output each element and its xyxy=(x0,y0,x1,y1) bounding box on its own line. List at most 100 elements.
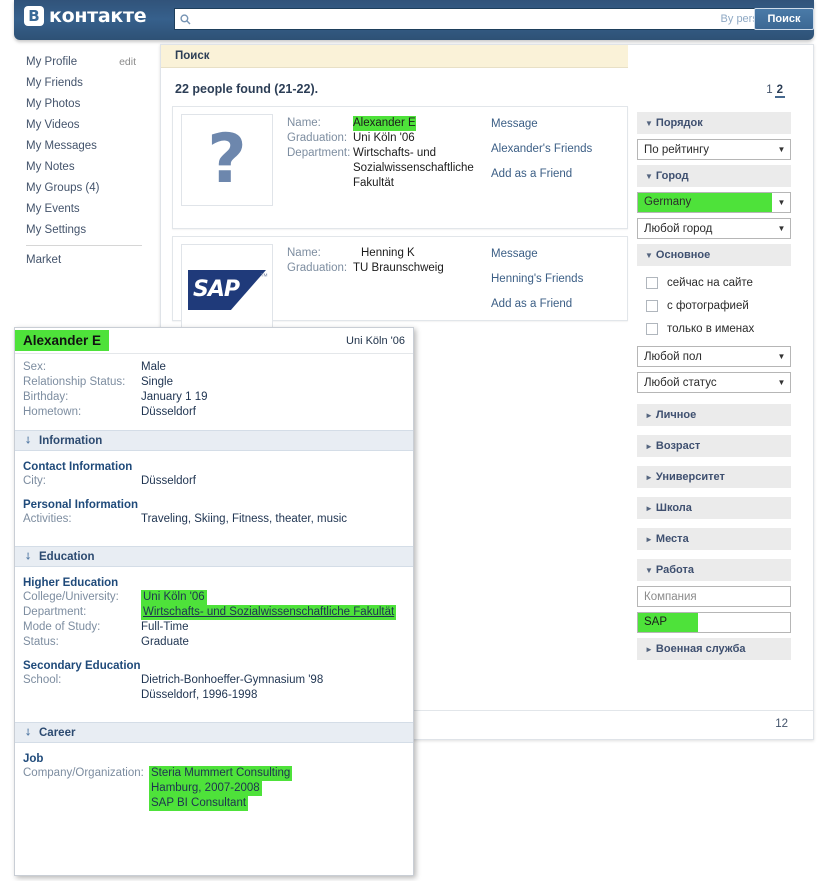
filter-section-places[interactable]: ► Места xyxy=(637,528,791,550)
checkbox-icon[interactable] xyxy=(646,276,658,289)
field-label: Graduation: xyxy=(287,132,348,144)
message-link[interactable]: Message xyxy=(491,247,619,262)
checkbox-with-photo[interactable]: с фотографией xyxy=(637,294,791,317)
sidebar-item-label: My Videos xyxy=(26,119,80,131)
sidebar-item-my-groups[interactable]: My Groups (4) xyxy=(14,178,154,199)
profile-edit-link[interactable]: edit xyxy=(119,52,136,73)
section-header-information[interactable]: ➘ Information xyxy=(15,430,413,451)
checkbox-icon[interactable] xyxy=(646,299,658,312)
filter-section-school[interactable]: ► Школа xyxy=(637,497,791,519)
add-friend-link[interactable]: Add as a Friend xyxy=(491,167,619,182)
sidebar-item-my-settings[interactable]: My Settings xyxy=(14,220,154,241)
profile-row-company: Company/Organization: Steria Mummert Con… xyxy=(15,766,413,781)
filter-section-label: Университет xyxy=(655,471,725,483)
checkbox-names-only[interactable]: только в именах xyxy=(637,317,791,340)
city-select[interactable]: Любой город ▼ xyxy=(637,218,791,239)
friends-link[interactable]: Alexander's Friends xyxy=(491,142,619,157)
row-value: Full-Time xyxy=(141,621,189,633)
checkbox-icon[interactable] xyxy=(646,322,658,335)
sidebar-item-my-messages[interactable]: My Messages xyxy=(14,136,154,157)
field-value[interactable]: Alexander E xyxy=(353,116,416,131)
sidebar-item-my-videos[interactable]: My Videos xyxy=(14,115,154,136)
filter-section-university[interactable]: ► Университет xyxy=(637,466,791,488)
profile-row-hometown: Hometown: Düsseldorf xyxy=(15,405,413,420)
row-label: Sex: xyxy=(23,361,47,373)
tab-search[interactable]: Поиск xyxy=(161,50,210,62)
page-link-2[interactable]: 2 xyxy=(782,718,788,730)
status-select[interactable]: Любой статус ▼ xyxy=(637,372,791,393)
result-fields: Name: Alexander E Graduation: Uni Köln '… xyxy=(273,114,487,206)
pagination-bottom: 12 xyxy=(628,718,788,730)
subheading-contact-information: Contact Information xyxy=(23,461,133,473)
search-result-row[interactable]: SAP ™ Name: Henning K Graduation: TU Bra… xyxy=(172,236,628,336)
friends-link[interactable]: Henning's Friends xyxy=(491,272,619,287)
order-select[interactable]: По рейтингу ▼ xyxy=(637,139,791,160)
avatar[interactable]: SAP ™ xyxy=(181,244,273,336)
section-header-career[interactable]: ➘ Career xyxy=(15,722,413,743)
sidebar-item-market[interactable]: Market xyxy=(14,250,154,271)
sidebar-item-label: My Messages xyxy=(26,140,97,152)
profile-header: Alexander E Uni Köln '06 xyxy=(15,328,413,354)
filter-section-label: Военная служба xyxy=(655,643,746,655)
add-friend-link[interactable]: Add as a Friend xyxy=(491,297,619,312)
field-value[interactable]: Henning K xyxy=(353,246,415,261)
row-value: Dietrich-Bonhoeffer-Gymnasium '98 xyxy=(141,674,324,686)
chevron-down-icon: ▼ xyxy=(772,198,790,207)
search-button[interactable]: Поиск xyxy=(754,8,814,30)
row-value[interactable]: Uni Köln '06 xyxy=(141,590,207,605)
pagination-top: 12 xyxy=(764,84,785,98)
chevron-down-icon: ▼ xyxy=(772,352,790,361)
collapse-arrow-icon: ➘ xyxy=(20,433,35,448)
search-result-row[interactable]: ? Name: Alexander E Graduation: Uni Köln… xyxy=(172,106,628,229)
filter-section-label: Город xyxy=(655,170,689,182)
profile-row-city: City: Düsseldorf xyxy=(15,474,413,489)
profile-row-birthday: Birthday: January 1 19 xyxy=(15,390,413,405)
filter-section-order[interactable]: ▼ Порядок xyxy=(637,112,791,134)
avatar[interactable]: ? xyxy=(181,114,273,206)
position-field[interactable]: SAP xyxy=(637,612,791,633)
sex-select[interactable]: Любой пол ▼ xyxy=(637,346,791,367)
sap-logo-text: SAP xyxy=(193,277,240,302)
message-link[interactable]: Message xyxy=(491,117,619,132)
sidebar-item-my-profile[interactable]: My Profile edit xyxy=(14,52,154,73)
city-select-value: Любой город xyxy=(644,222,713,235)
search-input[interactable] xyxy=(195,10,721,28)
checkbox-online-now[interactable]: сейчас на сайте xyxy=(637,271,791,294)
sidebar-item-my-notes[interactable]: My Notes xyxy=(14,157,154,178)
field-department: Department: Wirtschafts- und Sozialwisse… xyxy=(287,146,487,191)
vk-logo-text: контакте xyxy=(49,5,147,27)
filter-section-age[interactable]: ► Возраст xyxy=(637,435,791,457)
filter-sidebar: ▼ Порядок По рейтингу ▼ ▼ Город Germany ▼ … xyxy=(637,112,791,665)
filter-section-basic[interactable]: ▼ Основное xyxy=(637,244,791,266)
country-select[interactable]: Germany ▼ xyxy=(637,192,791,213)
page-link-2[interactable]: 2 xyxy=(774,84,785,98)
section-title: Career xyxy=(39,727,76,739)
filter-section-military[interactable]: ► Военная служба xyxy=(637,638,791,660)
company-field[interactable] xyxy=(637,586,791,607)
triangle-down-icon: ▼ xyxy=(645,566,653,575)
page-link-1[interactable]: 1 xyxy=(764,84,774,96)
filter-section-work[interactable]: ▼ Работа xyxy=(637,559,791,581)
triangle-down-icon: ▼ xyxy=(645,251,653,260)
sidebar-item-my-friends[interactable]: My Friends xyxy=(14,73,154,94)
vk-logo[interactable]: В контакте xyxy=(24,5,147,27)
field-graduation: Graduation: TU Braunschweig xyxy=(287,261,487,276)
triangle-right-icon: ► xyxy=(645,411,653,420)
search-field[interactable]: By person ▼ xyxy=(174,8,794,30)
sidebar-item-my-events[interactable]: My Events xyxy=(14,199,154,220)
triangle-right-icon: ► xyxy=(645,473,653,482)
filter-section-personal[interactable]: ► Личное xyxy=(637,404,791,426)
sidebar-item-my-photos[interactable]: My Photos xyxy=(14,94,154,115)
filter-section-label: Основное xyxy=(655,249,711,261)
row-value: Traveling, Skiing, Fitness, theater, mus… xyxy=(141,513,348,525)
company-input[interactable] xyxy=(638,589,790,604)
result-actions: Message Alexander's Friends Add as a Fri… xyxy=(487,114,619,206)
position-input-value[interactable]: SAP xyxy=(638,613,698,632)
sex-select-value: Любой пол xyxy=(644,350,702,363)
row-value[interactable]: Steria Mummert Consulting xyxy=(149,766,293,781)
filter-section-city[interactable]: ▼ Город xyxy=(637,165,791,187)
row-value[interactable]: Wirtschafts- und Sozialwissenschaftliche… xyxy=(141,605,397,620)
section-header-education[interactable]: ➘ Education xyxy=(15,546,413,567)
field-name: Name: Henning K xyxy=(287,246,487,261)
row-value: Graduate xyxy=(141,636,189,648)
